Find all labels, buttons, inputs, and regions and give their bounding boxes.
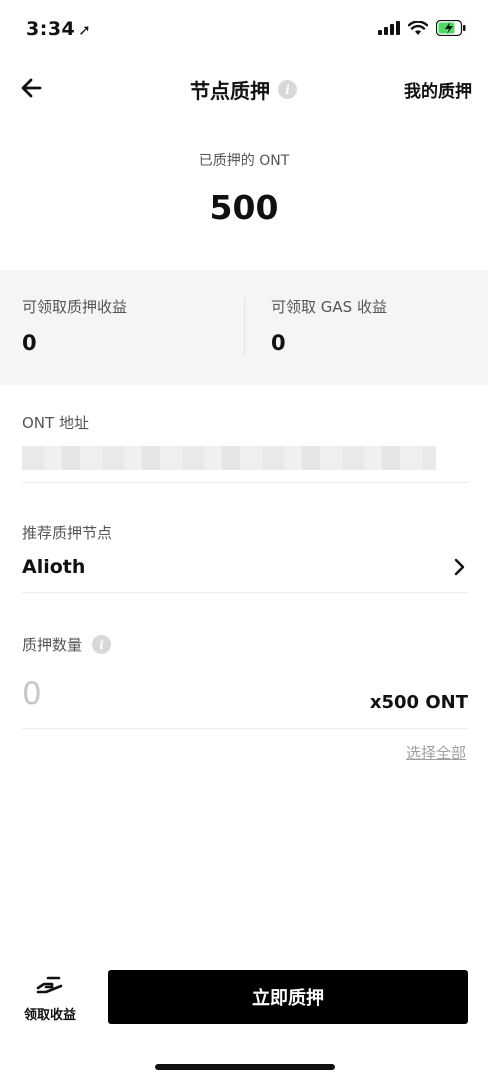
select-all-link[interactable]: 选择全部	[406, 742, 466, 763]
stake-reward: 可领取质押收益 0	[22, 296, 127, 355]
amount-label-wrap: 质押数量 i	[22, 634, 112, 655]
info-icon[interactable]: i	[278, 80, 297, 99]
location-arrow-icon: ➚	[78, 21, 92, 39]
divider	[22, 728, 468, 729]
page-title: 节点质押	[190, 79, 270, 103]
wifi-icon	[408, 20, 428, 35]
staked-value: 500	[209, 188, 279, 227]
cellular-signal-icon	[378, 21, 400, 35]
stake-reward-value: 0	[22, 331, 37, 355]
claim-rewards-label: 领取收益	[23, 1008, 76, 1023]
claim-rewards-button[interactable]: 领取收益	[14, 970, 86, 1026]
amount-label: 质押数量	[22, 636, 83, 654]
status-time-text: 3:34	[26, 18, 76, 40]
battery-charging-icon	[436, 20, 466, 36]
status-bar: 3:34 ➚	[0, 0, 488, 60]
node-value: Alioth	[22, 556, 86, 578]
gas-reward-label: 可领取 GAS 收益	[271, 298, 387, 316]
balance-value: x500 ONT	[369, 692, 468, 713]
hand-coin-icon	[36, 976, 63, 994]
nav-bar: 节点质押 i 我的质押	[0, 64, 488, 112]
node-label: 推荐质押节点	[22, 524, 113, 542]
stake-now-button[interactable]: 立即质押	[108, 970, 468, 1024]
stake-reward-label: 可领取质押收益	[22, 298, 128, 316]
gas-reward: 可领取 GAS 收益 0	[271, 296, 387, 355]
status-icons	[378, 20, 466, 36]
divider	[22, 482, 468, 483]
address-value-blurred	[22, 446, 436, 470]
status-time: 3:34 ➚	[26, 18, 91, 40]
my-stake-link[interactable]: 我的质押	[404, 77, 472, 102]
chevron-right-icon	[454, 558, 465, 576]
home-indicator	[155, 1064, 335, 1070]
staked-label: 已质押的 ONT	[198, 153, 290, 169]
back-button[interactable]	[18, 74, 46, 102]
page-title-wrap: 节点质押 i	[190, 75, 297, 104]
rewards-divider	[244, 298, 245, 356]
address-label: ONT 地址	[22, 414, 89, 432]
rewards-panel: 可领取质押收益 0 可领取 GAS 收益 0	[0, 270, 488, 385]
gas-reward-value: 0	[271, 331, 286, 355]
node-selector[interactable]: Alioth	[22, 554, 468, 582]
amount-input[interactable]	[22, 674, 322, 714]
divider	[22, 592, 468, 593]
info-icon[interactable]: i	[92, 635, 112, 654]
